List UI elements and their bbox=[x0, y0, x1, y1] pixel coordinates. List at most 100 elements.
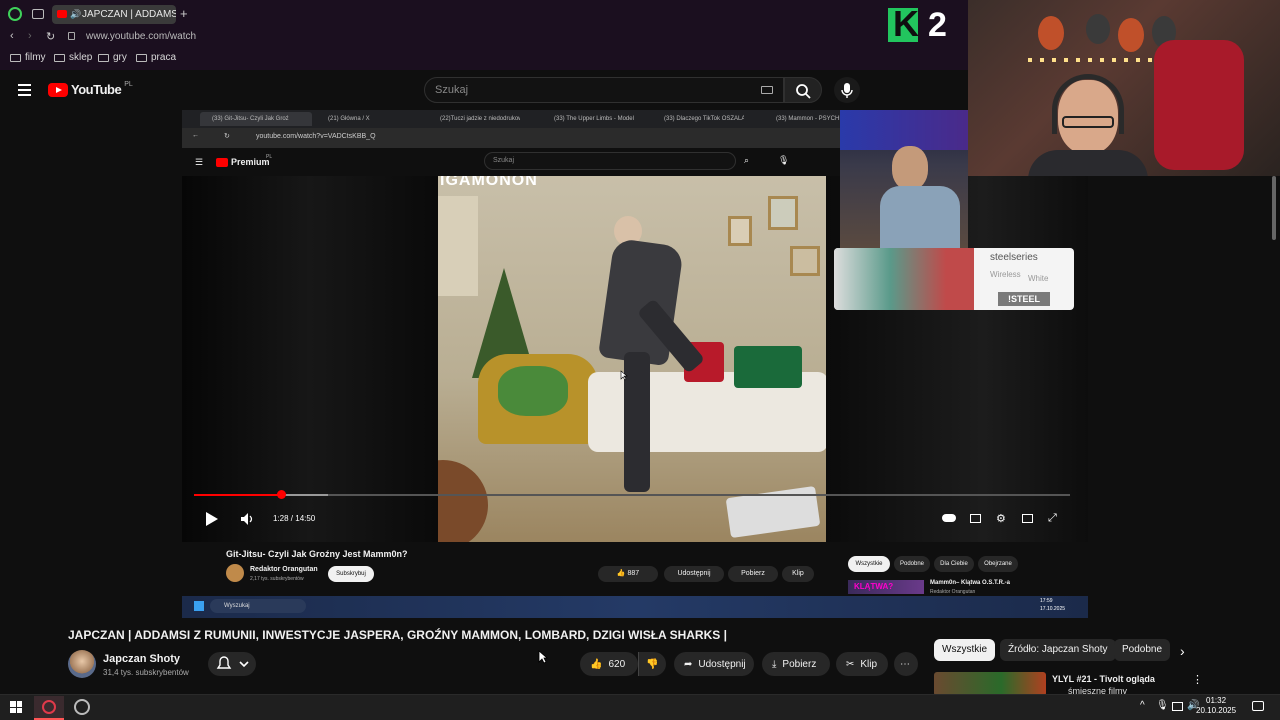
back-icon[interactable]: ‹ bbox=[10, 30, 14, 42]
time-display: 1:28 / 14:50 bbox=[273, 514, 316, 523]
nested-menu-icon: ☰ bbox=[195, 157, 204, 167]
more-actions-button[interactable]: ⋯ bbox=[894, 652, 918, 676]
nested-tab: (33) The Upper Limbs - Model bbox=[554, 116, 634, 122]
streamer-shirt-main bbox=[1028, 150, 1148, 176]
folder-icon bbox=[10, 53, 21, 62]
bookmark-filmy[interactable]: filmy bbox=[10, 52, 46, 63]
reload-icon[interactable]: ↻ bbox=[46, 30, 55, 43]
nested-chip: Dla Ciebie bbox=[934, 556, 974, 572]
mouse-cursor-icon bbox=[538, 650, 548, 664]
new-tab-button[interactable]: + bbox=[180, 6, 188, 21]
headset bbox=[1052, 74, 1124, 134]
more-icon: ⋯ bbox=[900, 658, 910, 670]
forward-icon[interactable]: › bbox=[28, 30, 32, 42]
menu-icon[interactable] bbox=[18, 84, 31, 96]
nested-channel-subs: 2,17 tys. subskrybentów bbox=[250, 576, 304, 582]
windows-start-icon[interactable] bbox=[10, 701, 22, 713]
nested-download-button: Pobierz bbox=[728, 566, 778, 582]
tray-network-icon[interactable] bbox=[1172, 702, 1183, 711]
bookmark-sklep[interactable]: sklep bbox=[54, 52, 92, 63]
autoplay-toggle[interactable] bbox=[942, 514, 956, 522]
share-button[interactable]: ➦ Udostępnij bbox=[674, 652, 754, 676]
balloon bbox=[1118, 18, 1144, 52]
ad-line1: Wireless bbox=[990, 270, 1021, 279]
nested-tab: (33) Mammon - PSYCHIA bbox=[776, 116, 840, 122]
taskbar-clock[interactable]: 01:32 20.10.2025 bbox=[1196, 696, 1236, 716]
bookmark-praca[interactable]: praca bbox=[136, 52, 176, 63]
nested-share-button: Udostępnij bbox=[664, 566, 724, 582]
progress-scrubber[interactable] bbox=[277, 490, 286, 499]
nested-like-button: 👍 887 bbox=[598, 566, 658, 582]
search-button[interactable] bbox=[784, 77, 822, 103]
lock-icon bbox=[68, 32, 75, 40]
mouse-cursor-icon bbox=[620, 370, 628, 381]
volume-button[interactable] bbox=[240, 512, 254, 526]
share-icon: ➦ bbox=[684, 658, 693, 670]
taskbar-opera-gx[interactable] bbox=[34, 696, 64, 720]
opera-gx-icon[interactable] bbox=[8, 7, 22, 21]
clock-date: 20.10.2025 bbox=[1196, 706, 1237, 715]
nested-channel-avatar bbox=[226, 564, 244, 582]
voice-search-button[interactable] bbox=[834, 77, 860, 103]
channel-avatar[interactable] bbox=[68, 650, 96, 678]
green-plush bbox=[498, 366, 568, 416]
obs-icon[interactable] bbox=[74, 699, 90, 715]
chip-source[interactable]: Źródło: Japczan Shoty bbox=[1000, 639, 1116, 661]
notifications-button[interactable] bbox=[208, 652, 256, 676]
miniplayer-icon[interactable] bbox=[1022, 514, 1033, 523]
fullscreen-icon[interactable]: ⤢ bbox=[1048, 512, 1057, 525]
url-field[interactable]: www.youtube.com/watch bbox=[86, 31, 196, 42]
nested-taskbar-date: 17.10.2025 bbox=[1040, 606, 1066, 612]
nested-url: youtube.com/watch?v=VADCtsKBB_Q bbox=[256, 133, 376, 140]
recommended-thumbnail[interactable] bbox=[934, 672, 1046, 696]
nested-back-icon: ← bbox=[192, 132, 199, 139]
nested-windows-taskbar: Wyszukaj 17:59 17.10.2025 bbox=[182, 596, 1088, 618]
clip-label: Klip bbox=[860, 658, 878, 670]
channel-name[interactable]: Japczan Shoty bbox=[103, 653, 180, 665]
nested-chip: Obejrzane bbox=[978, 556, 1018, 572]
subtitles-icon[interactable] bbox=[970, 514, 981, 523]
chips-next-icon[interactable]: › bbox=[1180, 643, 1185, 659]
steelseries-ad: steelseries Wireless White !STEEL bbox=[834, 248, 1074, 310]
windows-taskbar: ^ 🎙 🔊 bbox=[0, 694, 1280, 720]
play-button[interactable] bbox=[204, 510, 220, 528]
nested-search-placeholder: Szukaj bbox=[493, 157, 515, 164]
workspace-icon[interactable] bbox=[32, 9, 44, 19]
download-button[interactable]: ⤓ Pobierz bbox=[762, 652, 830, 676]
balloon bbox=[1086, 14, 1110, 44]
notification-center-icon[interactable] bbox=[1252, 701, 1264, 711]
browser-tab-active[interactable]: 🔊 JAPCZAN | ADDAMSI bbox=[52, 5, 176, 24]
settings-icon[interactable]: ⚙ bbox=[996, 512, 1006, 525]
youtube-logo[interactable]: YouTube PL bbox=[48, 81, 133, 97]
keyboard-icon[interactable] bbox=[761, 86, 773, 94]
nested-chip: Wszystkie bbox=[848, 556, 890, 572]
page-scrollbar[interactable] bbox=[1272, 176, 1276, 240]
thumbs-up-icon: 👍 bbox=[590, 658, 603, 670]
nested-tab: (33) Dlaczego TikTok OSZALAŁ bbox=[664, 116, 744, 122]
channel-subscribers: 31,4 tys. subskrybentów bbox=[103, 668, 189, 677]
stream-overlay-logo: K 2 bbox=[888, 6, 947, 44]
overlay-logo-number: 2 bbox=[928, 5, 947, 44]
nested-tab: (22)Tuczi jadzie z niedodrukow bbox=[440, 116, 520, 122]
chip-all[interactable]: Wszystkie bbox=[934, 639, 995, 661]
nested-clip-label: Klip bbox=[792, 570, 804, 577]
nested-tab: (21) Główna / X bbox=[328, 116, 370, 122]
dislike-button[interactable]: 👎 bbox=[638, 652, 666, 676]
player-left-blur bbox=[182, 176, 438, 542]
nested-clip-button: Klip bbox=[782, 566, 814, 582]
recommended-more-icon[interactable]: ⋮ bbox=[1192, 673, 1203, 686]
nested-youtube-logo-icon bbox=[216, 158, 228, 167]
tray-chevron-icon[interactable]: ^ bbox=[1140, 700, 1145, 711]
clip-button[interactable]: ✂ Klip bbox=[836, 652, 888, 676]
bookmark-gry[interactable]: gry bbox=[98, 52, 127, 63]
youtube-play-logo-icon bbox=[48, 82, 68, 97]
tray-mic-icon[interactable]: 🎙 bbox=[1156, 700, 1169, 711]
k-logo-icon: K bbox=[888, 3, 919, 44]
overlay-logo-letter: K bbox=[893, 3, 919, 44]
recommended-title[interactable]: YLYL #21 - Tivolt ogląda bbox=[1052, 674, 1155, 684]
nested-search-bar: Wyszukaj bbox=[210, 599, 306, 613]
search-input[interactable]: Szukaj bbox=[424, 77, 784, 103]
browser-tab-bar: 🔊 JAPCZAN | ADDAMSI + bbox=[0, 0, 968, 28]
chip-similar[interactable]: Podobne bbox=[1114, 639, 1171, 661]
like-button[interactable]: 👍 620 bbox=[580, 652, 638, 676]
